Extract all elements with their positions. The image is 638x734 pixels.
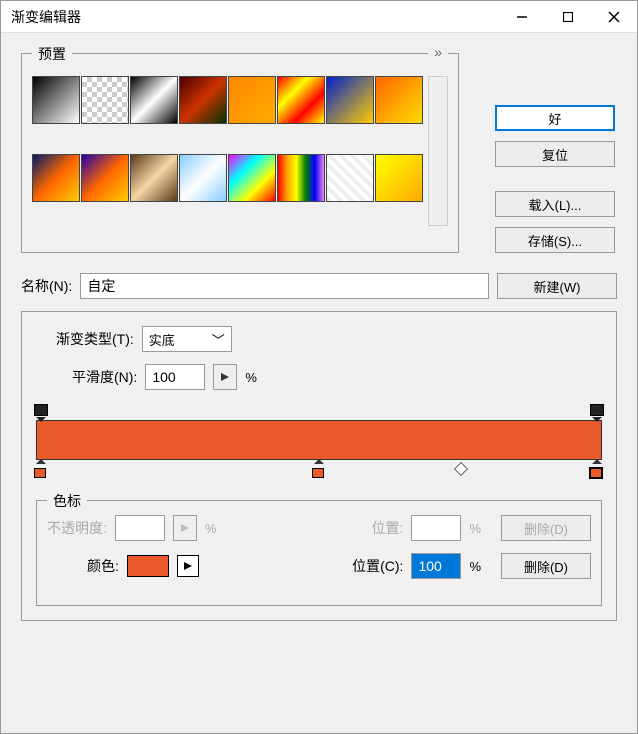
smoothness-spinner-button[interactable]	[213, 364, 237, 390]
preset-swatch[interactable]	[179, 154, 227, 202]
new-button[interactable]: 新建(W)	[497, 273, 617, 299]
window-title: 渐变编辑器	[1, 7, 499, 27]
gradient-type-select[interactable]: 实底 ﹀	[142, 326, 232, 352]
preset-swatch[interactable]	[130, 76, 178, 124]
minimize-button[interactable]	[499, 1, 545, 33]
opacity-position-label: 位置:	[372, 518, 404, 538]
opacity-position-input	[411, 515, 461, 541]
presets-fieldset: 预置 »	[21, 53, 459, 253]
presets-expand-icon[interactable]: »	[428, 44, 448, 60]
name-row: 名称(N): 新建(W)	[21, 273, 617, 299]
maximize-button[interactable]	[545, 1, 591, 33]
content-area: 预置 » 好	[1, 33, 637, 641]
gradient-editor-window: 渐变编辑器 预置 »	[0, 0, 638, 734]
chevron-down-icon: ﹀	[212, 330, 225, 349]
color-picker-button[interactable]	[177, 555, 199, 577]
color-stop-row: 颜色: 位置(C): % 删除(D)	[47, 553, 591, 579]
preset-swatch[interactable]	[375, 76, 423, 124]
opacity-stop-row: 不透明度: % 位置: % 删除(D)	[47, 515, 591, 541]
preset-swatch[interactable]	[32, 154, 80, 202]
titlebar: 渐变编辑器	[1, 1, 637, 33]
smoothness-label: 平滑度(N):	[72, 367, 137, 387]
preset-swatch[interactable]	[228, 76, 276, 124]
load-button[interactable]: 载入(L)...	[495, 191, 615, 217]
midpoint-diamond[interactable]	[453, 462, 467, 476]
smoothness-row: 平滑度(N): %	[72, 364, 602, 390]
reset-button[interactable]: 复位	[495, 141, 615, 167]
preset-swatch[interactable]	[32, 76, 80, 124]
color-swatch[interactable]	[127, 555, 169, 577]
preset-swatch[interactable]	[375, 154, 423, 202]
gradient-preview-bar[interactable]	[36, 420, 602, 460]
presets-scrollbar[interactable]	[428, 76, 448, 226]
opacity-stop[interactable]	[34, 404, 48, 418]
gradient-type-value: 实底	[149, 330, 175, 349]
preset-swatch[interactable]	[277, 76, 325, 124]
opacity-input	[115, 515, 165, 541]
gradient-settings-fieldset: 渐变类型(T): 实底 ﹀ 平滑度(N): %	[21, 311, 617, 621]
color-position-label: 位置(C):	[352, 556, 403, 576]
stops-fieldset: 色标 不透明度: % 位置: % 删除(D) 颜色:	[36, 500, 602, 606]
opacity-spinner-button	[173, 515, 197, 541]
color-stop[interactable]	[590, 464, 604, 478]
opacity-position-unit: %	[469, 521, 481, 536]
preset-swatch[interactable]	[81, 76, 129, 124]
name-label: 名称(N):	[21, 276, 72, 296]
gradient-type-row: 渐变类型(T): 实底 ﹀	[56, 326, 602, 352]
save-button[interactable]: 存储(S)...	[495, 227, 615, 253]
gradient-type-label: 渐变类型(T):	[56, 329, 134, 349]
color-position-unit: %	[469, 559, 481, 574]
opacity-stop[interactable]	[590, 404, 604, 418]
preset-swatch[interactable]	[277, 154, 325, 202]
opacity-unit: %	[205, 521, 217, 536]
preset-swatch[interactable]	[81, 154, 129, 202]
color-label: 颜色:	[87, 556, 119, 576]
presets-label: 预置	[32, 44, 72, 64]
gradient-preview-area	[36, 420, 602, 460]
ok-button[interactable]: 好	[495, 105, 615, 131]
preset-swatch[interactable]	[228, 154, 276, 202]
preset-swatch[interactable]	[130, 154, 178, 202]
close-button[interactable]	[591, 1, 637, 33]
name-input[interactable]	[80, 273, 489, 299]
delete-color-stop-button[interactable]: 删除(D)	[501, 553, 591, 579]
preset-swatch[interactable]	[179, 76, 227, 124]
presets-grid	[32, 76, 424, 230]
smoothness-unit: %	[245, 370, 257, 385]
color-position-input[interactable]	[411, 553, 461, 579]
opacity-label: 不透明度:	[47, 518, 107, 538]
color-stop[interactable]	[34, 464, 48, 478]
delete-opacity-stop-button: 删除(D)	[501, 515, 591, 541]
smoothness-input[interactable]	[145, 364, 205, 390]
preset-swatch[interactable]	[326, 154, 374, 202]
color-stop[interactable]	[312, 464, 326, 478]
preset-swatch[interactable]	[326, 76, 374, 124]
stops-label: 色标	[47, 491, 87, 511]
side-buttons: 好 复位 载入(L)... 存储(S)...	[495, 105, 615, 253]
